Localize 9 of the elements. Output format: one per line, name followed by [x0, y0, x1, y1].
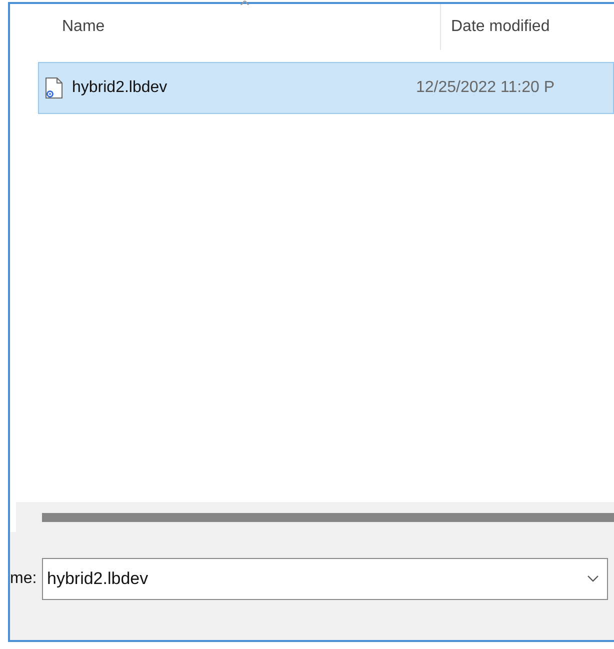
dropdown-icon[interactable]	[587, 575, 599, 583]
file-name: hybrid2.lbdev	[72, 79, 168, 97]
file-name-field[interactable]: hybrid2.lbdev	[42, 558, 608, 600]
horizontal-scrollbar[interactable]	[42, 512, 614, 522]
field-label: me:	[10, 570, 38, 588]
file-date: 12/25/2022 11:20 P	[416, 79, 554, 97]
document-icon	[45, 77, 63, 99]
column-header[interactable]: Date modified	[440, 4, 614, 50]
file-row[interactable]: hybrid2.lbdev 12/25/2022 11:20 P	[38, 62, 614, 114]
